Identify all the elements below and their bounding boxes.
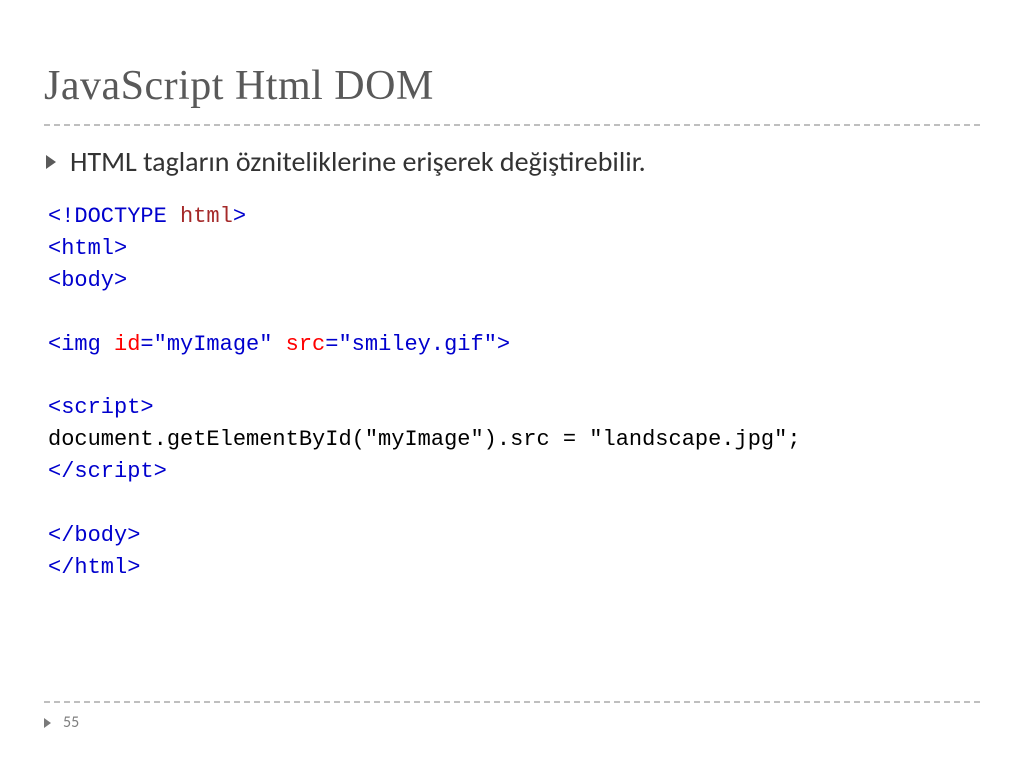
code-token: ="myImage"	[140, 332, 272, 357]
bullet-text: HTML tagların özniteliklerine erişerek d…	[70, 144, 646, 179]
code-example: <!DOCTYPE html> <html> <body> <img id="m…	[44, 201, 980, 584]
bullet-triangle-icon	[46, 155, 56, 169]
code-token: <body>	[48, 268, 127, 293]
code-token: </body>	[48, 523, 140, 548]
code-token: </html>	[48, 555, 140, 580]
code-token: src	[272, 332, 325, 357]
code-token: >	[497, 332, 510, 357]
code-token: >	[233, 204, 246, 229]
code-token: document.getElementById("myImage").src =…	[48, 427, 801, 452]
bullet-item: HTML tagların özniteliklerine erişerek d…	[44, 144, 980, 179]
footer-triangle-icon	[44, 718, 51, 728]
code-token: <html>	[48, 236, 127, 261]
code-token: id	[101, 332, 141, 357]
code-token: </script>	[48, 459, 167, 484]
code-token: <!DOCTYPE	[48, 204, 167, 229]
slide-title: JavaScript Html DOM	[44, 62, 980, 126]
slide: JavaScript Html DOM HTML tagların öznite…	[0, 0, 1024, 768]
code-token: <img	[48, 332, 101, 357]
page-number: 55	[63, 713, 79, 732]
slide-footer: 55	[44, 701, 980, 732]
code-token: html	[167, 204, 233, 229]
code-token: ="smiley.gif"	[325, 332, 497, 357]
code-token: <script>	[48, 395, 154, 420]
